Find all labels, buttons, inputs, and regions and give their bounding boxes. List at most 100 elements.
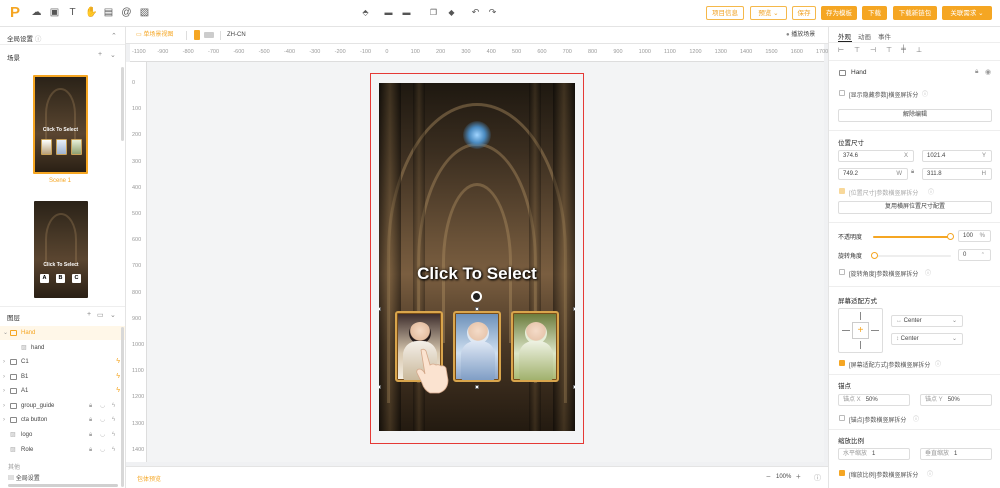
resize-handle[interactable] — [573, 385, 575, 389]
eye-closed-icon[interactable]: ◡ — [100, 413, 105, 427]
scene-1-thumbnail[interactable]: Click To Select — [33, 75, 88, 174]
scene-scrollbar[interactable] — [121, 67, 124, 141]
screen-adapt-split-checkbox[interactable] — [839, 360, 845, 366]
global-settings-header[interactable]: 全局设置 ⓘ — [7, 33, 41, 43]
save-as-template-button[interactable]: 存为模板 — [821, 6, 857, 20]
adapt-widget[interactable]: + — [838, 308, 883, 353]
resize-handle[interactable] — [475, 385, 479, 389]
zoom-level[interactable]: 100% — [776, 474, 791, 480]
x-input[interactable]: 374.6 X — [838, 150, 914, 162]
resize-handle[interactable] — [379, 385, 381, 389]
lock-icon[interactable]: 🔒︎ — [89, 428, 92, 442]
chevron-down-icon[interactable]: ⌄ — [110, 51, 116, 59]
pos-split-checkbox[interactable] — [839, 188, 845, 194]
global-settings-item[interactable]: ▤ 全局设置 — [8, 473, 40, 482]
height-input[interactable]: 311.8 H — [922, 168, 992, 180]
scale-v-input[interactable]: 垂直缩放 1 — [920, 448, 992, 460]
align-top-icon[interactable]: ⊤ — [886, 46, 892, 54]
layer-row-cta-button[interactable]: › cta button 🔒︎ ◡ ϟ — [0, 413, 125, 427]
add-layer-icon[interactable]: + — [87, 311, 91, 318]
eye-closed-icon[interactable]: ◡ — [100, 443, 105, 457]
layer-row-a1[interactable]: › A1 ϟ — [0, 384, 125, 398]
hand-icon[interactable]: ✋ — [85, 7, 97, 18]
tab-events[interactable]: 事件 — [878, 31, 891, 41]
align-left-icon[interactable]: ⊢ — [838, 46, 844, 54]
lock-icon[interactable]: 🔒︎ — [89, 413, 92, 427]
scale-h-input[interactable]: 水平缩放 1 — [838, 448, 910, 460]
paint-icon[interactable]: ◆ — [446, 7, 457, 18]
resize-handle[interactable] — [379, 307, 381, 311]
add-scene-icon[interactable]: + — [98, 51, 102, 58]
chevron-right-icon[interactable]: › — [3, 355, 5, 369]
image-icon[interactable]: ▧ — [139, 7, 150, 18]
layer-row-c1[interactable]: › C1 ϟ — [0, 355, 125, 369]
folder-add-icon[interactable]: ▭ — [97, 311, 104, 319]
rotation-split-checkbox[interactable] — [839, 269, 845, 275]
download-button[interactable]: 下载 — [862, 6, 887, 20]
opacity-slider-track[interactable] — [873, 233, 954, 240]
chevron-right-icon[interactable]: › — [3, 370, 5, 384]
lock-icon[interactable]: 🔒︎ — [89, 443, 92, 457]
layers-scrollbar[interactable] — [121, 327, 124, 487]
portrait-toggle[interactable] — [194, 30, 200, 40]
package-preview-button[interactable]: 包体预览 — [137, 474, 161, 483]
layer-row-logo[interactable]: ▨ logo 🔒︎ ◡ ϟ — [0, 428, 125, 442]
opacity-input[interactable]: 100% — [958, 230, 991, 242]
folder-open-icon[interactable]: ▬ — [401, 7, 412, 18]
layer-row-b1[interactable]: › B1 ϟ — [0, 370, 125, 384]
zoom-in-button[interactable]: + — [796, 472, 801, 481]
vertical-align-select[interactable]: ↕ Center ⌄ — [891, 333, 963, 345]
lock-icon[interactable]: 🔒︎ — [975, 68, 978, 76]
layer-row-group-guide[interactable]: › group_guide 🔒︎ ◡ ϟ — [0, 399, 125, 413]
align-right-icon[interactable]: ⊣ — [870, 46, 876, 54]
at-icon[interactable]: @ — [121, 7, 132, 18]
anchor-y-input[interactable]: 锚点 Y 50% — [920, 394, 992, 406]
align-center-v-icon[interactable]: ╪ — [901, 46, 906, 53]
play-scene-button[interactable]: ● 播放场景 — [786, 30, 815, 40]
lock-icon[interactable]: 🔒︎ — [89, 399, 92, 413]
stepper-icon[interactable]: ⌃ — [981, 250, 985, 260]
width-input[interactable]: 749.2 W — [838, 168, 908, 180]
align-center-h-icon[interactable]: ⊤ — [854, 46, 860, 54]
eye-icon[interactable]: ◉ — [985, 68, 991, 76]
unlock-edit-button[interactable]: 解除编辑 — [838, 109, 992, 122]
eye-closed-icon[interactable]: ◡ — [100, 428, 105, 442]
opacity-slider-thumb[interactable] — [947, 233, 954, 240]
collapse-icon[interactable]: ⌃ — [111, 32, 117, 40]
layer-row-hand-image[interactable]: ▨ hand — [0, 341, 125, 355]
layer-up-icon[interactable]: ⬘ — [360, 7, 371, 18]
layer-row-role[interactable]: ▨ Role 🔒︎ ◡ ϟ — [0, 443, 125, 457]
related-request-button[interactable]: 关联需求 ⌄ — [942, 6, 992, 20]
zoom-out-button[interactable]: − — [766, 472, 771, 481]
scale-split-checkbox[interactable] — [839, 470, 845, 476]
anchor-x-input[interactable]: 锚点 X 50% — [838, 394, 910, 406]
single-scene-view-button[interactable]: ▭ 单场景视图 — [136, 30, 173, 40]
character-card-2[interactable] — [453, 311, 501, 382]
clipboard-icon[interactable]: ▤ — [103, 7, 114, 18]
rotation-slider-track[interactable] — [871, 252, 951, 259]
language-select[interactable]: ZH-CN — [227, 30, 246, 40]
box-icon[interactable]: ▣ — [49, 7, 60, 18]
horizontal-scrollbar[interactable] — [8, 484, 118, 487]
chevron-right-icon[interactable]: › — [3, 384, 5, 398]
align-bottom-icon[interactable]: ⊥ — [916, 46, 922, 54]
chevron-right-icon[interactable]: › — [3, 399, 5, 413]
reuse-config-button[interactable]: 复用横屏位置尺寸配置 — [838, 201, 992, 214]
download-new-button[interactable]: 下载新链包 — [893, 6, 937, 20]
text-icon[interactable]: T — [67, 7, 78, 18]
save-button[interactable]: 保存 — [792, 6, 816, 20]
rotation-input[interactable]: 0 ⌃ — [958, 249, 991, 261]
folder-icon[interactable]: ▬ — [383, 7, 394, 18]
landscape-toggle[interactable] — [204, 32, 214, 38]
chevron-down-icon[interactable]: ⌄ — [110, 311, 116, 319]
help-icon[interactable]: ⓘ — [814, 473, 821, 483]
anchor-point-icon[interactable] — [471, 291, 482, 302]
lock-ratio-icon[interactable]: 🔒︎ — [911, 169, 914, 176]
scene-2-thumbnail[interactable]: Click To Select A B C — [34, 201, 88, 298]
resize-handle[interactable] — [573, 307, 575, 311]
chevron-right-icon[interactable]: › — [3, 413, 5, 427]
redo-icon[interactable]: ↷ — [487, 7, 498, 18]
anchor-split-checkbox[interactable] — [839, 415, 845, 421]
chevron-down-icon[interactable]: ⌄ — [3, 326, 8, 340]
show-hidden-param-checkbox[interactable] — [839, 90, 845, 96]
